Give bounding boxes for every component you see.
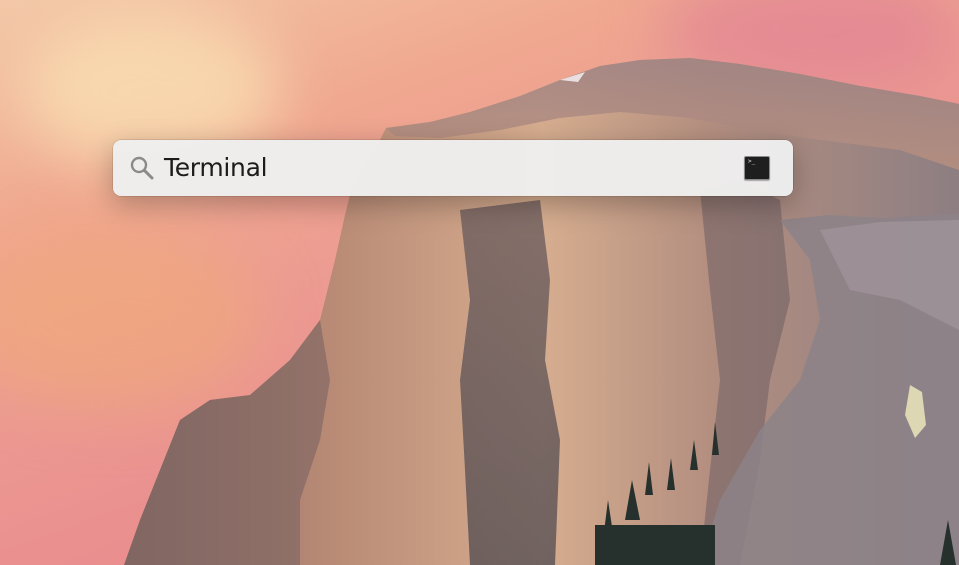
magnifying-glass-icon: [130, 156, 154, 180]
desktop-wallpaper: Terminal >_: [0, 0, 959, 565]
terminal-prompt-glyph: >_: [748, 158, 756, 165]
terminal-app-icon[interactable]: >_: [744, 156, 770, 180]
search-query-text[interactable]: Terminal: [164, 151, 268, 185]
spotlight-search-bar[interactable]: Terminal >_: [113, 140, 793, 196]
half-dome-mountain: [124, 58, 959, 565]
